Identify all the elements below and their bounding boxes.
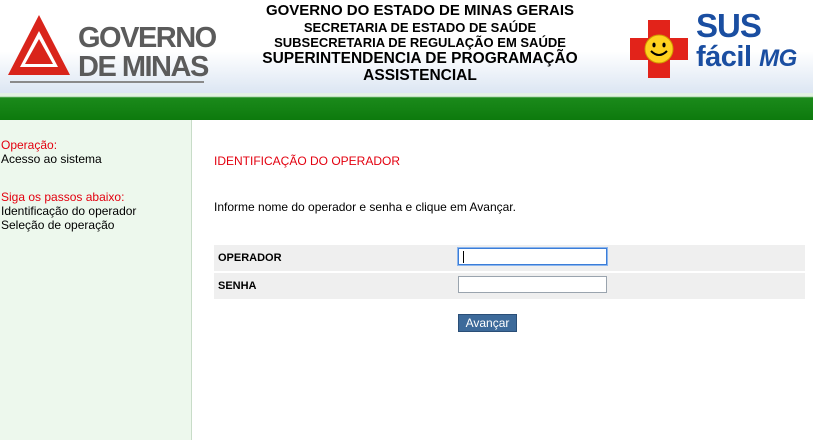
operador-input[interactable] xyxy=(458,248,607,265)
operation-value: Acesso ao sistema xyxy=(1,152,102,166)
operador-row: OPERADOR xyxy=(214,245,805,271)
logo-underline xyxy=(10,81,204,83)
text-caret xyxy=(463,251,464,263)
page-heading: IDENTIFICAÇÃO DO OPERADOR xyxy=(214,154,401,168)
senha-label: SENHA xyxy=(218,280,257,292)
senha-row: SENHA xyxy=(214,273,805,299)
facil-mg-wordmark: fácil MG xyxy=(696,41,797,73)
senha-input[interactable] xyxy=(458,276,607,293)
operation-title: Operação: xyxy=(1,138,58,152)
operador-label: OPERADOR xyxy=(218,252,282,264)
page-header: GOVERNO DE MINAS GOVERNO DO ESTADO DE MI… xyxy=(0,0,813,93)
sidebar: Operação: Acesso ao sistema Siga os pass… xyxy=(0,120,192,440)
instruction-text: Informe nome do operador e senha e cliqu… xyxy=(214,200,516,214)
governo-de-minas-wordmark: GOVERNO DE MINAS xyxy=(78,22,217,83)
main-content: IDENTIFICAÇÃO DO OPERADOR Informe nome d… xyxy=(192,120,813,440)
header-title-4: SUPERINTENDENCIA DE PROGRAMAÇÃO xyxy=(262,50,578,67)
step-item: Seleção de operação xyxy=(1,218,115,232)
header-title-3: SUBSECRETARIA DE REGULAÇÃO EM SAÚDE xyxy=(274,35,566,50)
header-title-2: SECRETARIA DE ESTADO DE SAÚDE xyxy=(303,20,537,35)
header-title-1: GOVERNO DO ESTADO DE MINAS GERAIS xyxy=(265,2,575,19)
minas-triangle-icon xyxy=(8,15,70,75)
sus-wordmark: SUS xyxy=(696,7,762,44)
header-title-5: ASSISTENCIAL xyxy=(363,67,477,84)
steps-title: Siga os passos abaixo: xyxy=(1,190,125,204)
header-green-bar xyxy=(0,93,813,120)
sus-facil-mg-logo: SUS fácil MG xyxy=(628,8,808,82)
red-cross-smiley-icon xyxy=(630,20,688,78)
avancar-button[interactable]: Avançar xyxy=(458,314,517,332)
governo-de-minas-logo: GOVERNO DE MINAS xyxy=(6,10,217,83)
header-titles: GOVERNO DO ESTADO DE MINAS GERAIS SECRET… xyxy=(215,2,625,84)
step-item: Identificação do operador xyxy=(1,204,137,218)
